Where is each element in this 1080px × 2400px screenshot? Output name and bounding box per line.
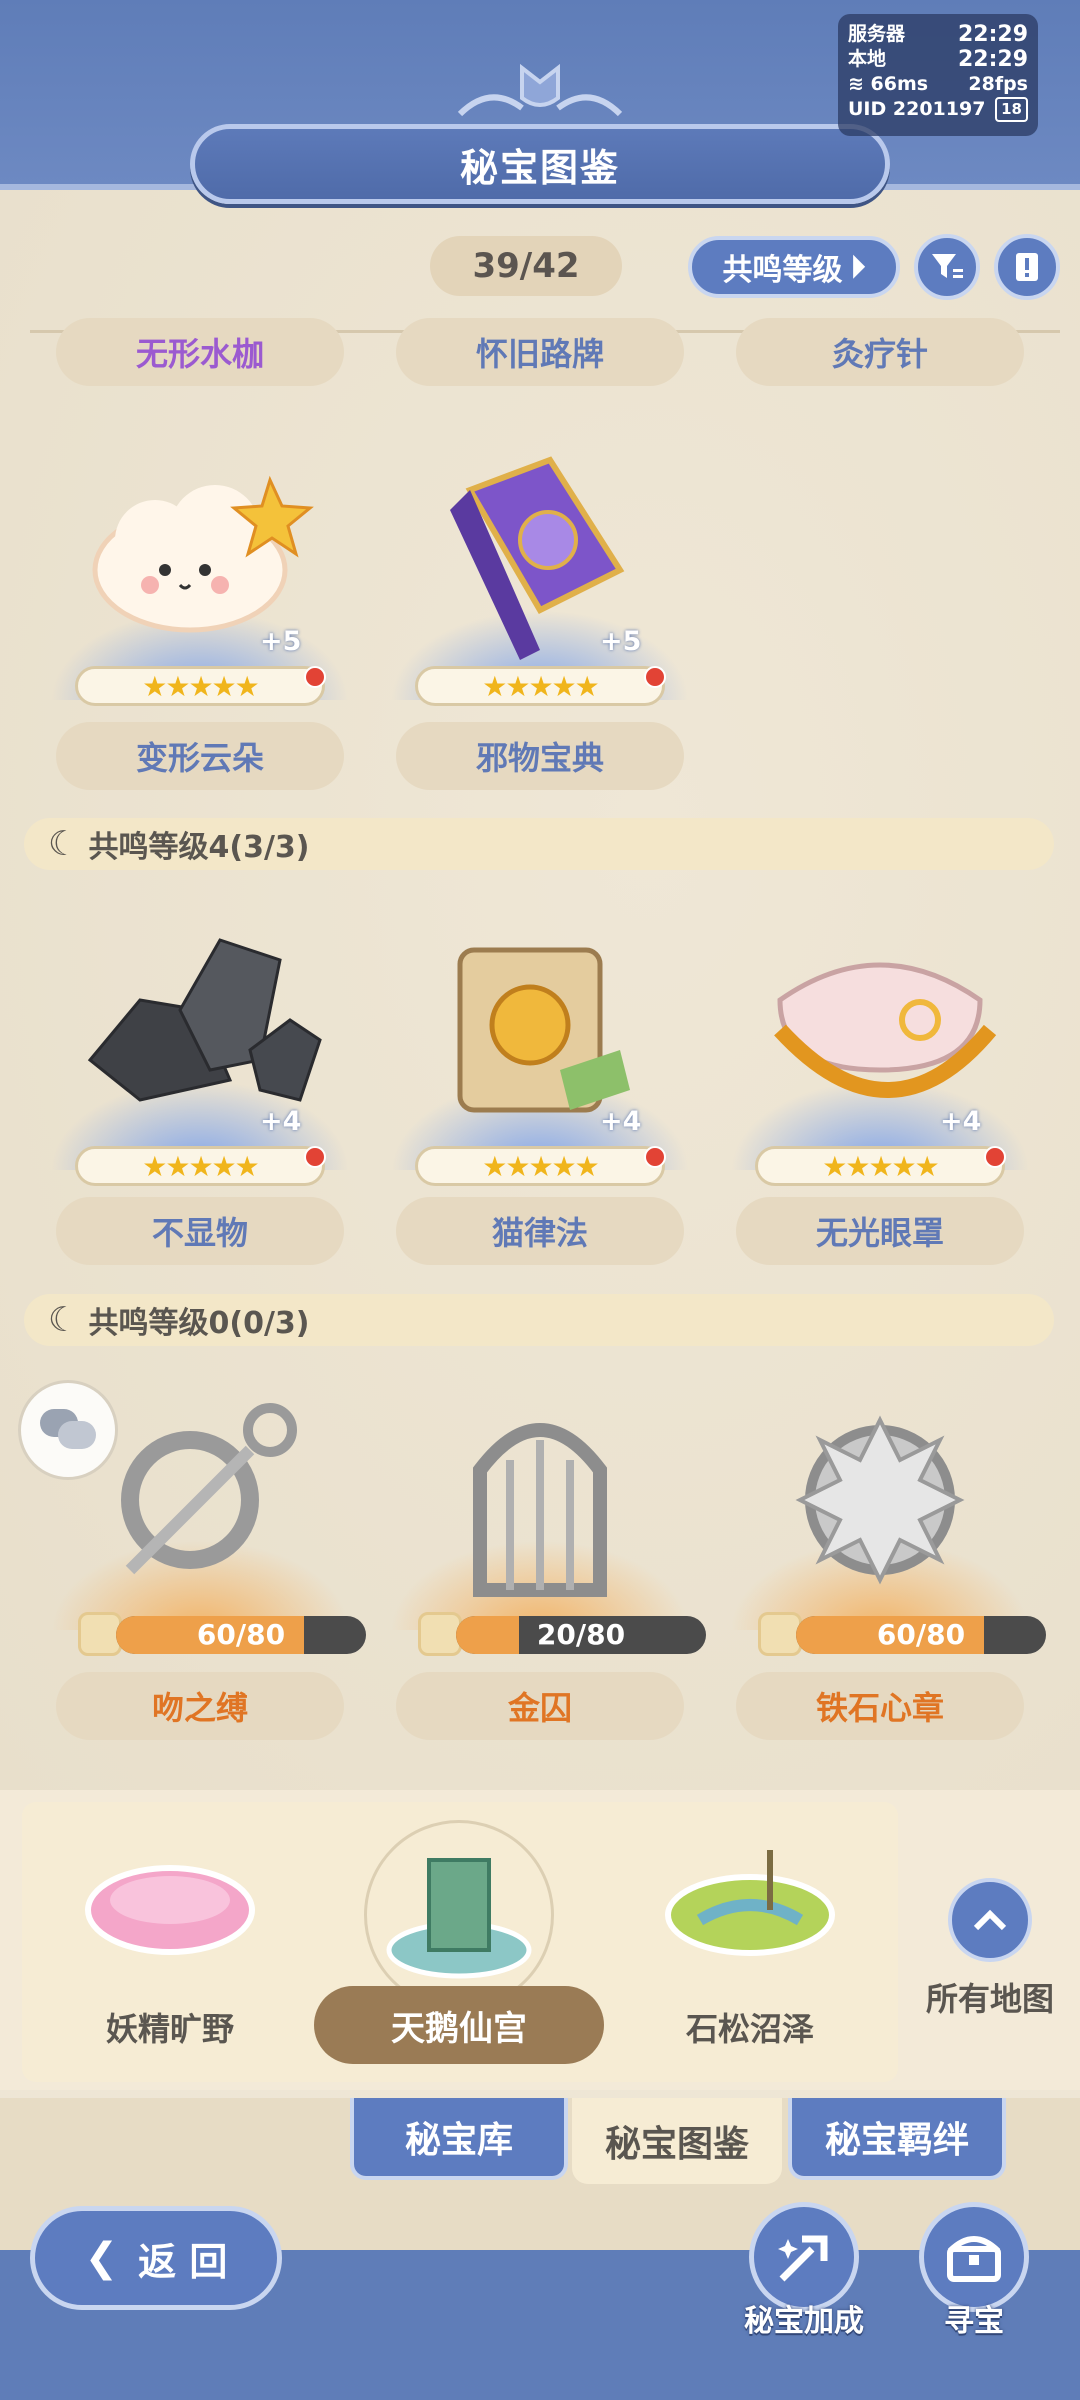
kiss-bind-item-icon [121, 1403, 297, 1575]
item-stars: ★★★★★ [755, 1146, 1005, 1186]
hunt-label: 寻宝 [944, 2304, 1004, 2339]
item-stars: ★★★★★ [415, 666, 665, 706]
section-title: 共鸣等级4(3/3) [88, 830, 310, 865]
item-stars: ★★★★★ [415, 1146, 665, 1186]
local-time: 22:29 [957, 47, 1028, 72]
item-card-locked[interactable]: 20/80 [390, 1390, 706, 1700]
item-label-wuguang-yanzhao[interactable]: 无光眼罩 [736, 1197, 1024, 1265]
golden-cage-item-icon [473, 1423, 607, 1597]
item-label-wuxing-shuijia[interactable]: 无形水枷 [56, 318, 344, 386]
item-stars: ★★★★★ [75, 1146, 325, 1186]
section-header-resonance-0: ☾ 共鸣等级0(0/3) [24, 1294, 1054, 1346]
sparkle-arrow-icon [778, 2235, 828, 2282]
new-dot-icon [304, 666, 326, 688]
item-label-xiewu-baodian[interactable]: 邪物宝典 [396, 722, 684, 790]
moon-icon: ☾ [48, 1300, 79, 1340]
tab-treasure-codex[interactable]: 秘宝图鉴 [572, 2098, 782, 2184]
map-selected-pill: 天鹅仙宫 [314, 1986, 604, 2064]
item-label-jinqiu[interactable]: 金囚 [396, 1672, 684, 1740]
iron-heart-badge-item-icon [795, 1415, 965, 1585]
new-dot-icon [304, 1146, 326, 1168]
treasure-hunt-button[interactable]: 寻宝 [904, 2202, 1044, 2362]
all-maps-label: 所有地图 [925, 1980, 1054, 2018]
cat-ornament-icon [457, 63, 623, 117]
map-item-lycopod-marsh[interactable]: 石松沼泽 [640, 1830, 860, 2070]
item-plus-level: +4 [600, 1106, 642, 1137]
new-dot-icon [644, 1146, 666, 1168]
ping-value: 66ms [870, 73, 929, 95]
server-time: 22:29 [957, 22, 1028, 47]
filter-icon [932, 254, 963, 278]
map-item-fairy-wilds[interactable]: 妖精旷野 [60, 1830, 280, 2070]
boost-label: 秘宝加成 [744, 2304, 864, 2339]
map-name: 妖精旷野 [105, 2010, 234, 2048]
item-stars: ★★★★★ [75, 666, 325, 706]
sort-label: 共鸣等级 [722, 253, 843, 288]
fps-value: 28fps [968, 73, 1028, 95]
caret-right-icon: ⏵ [850, 249, 866, 285]
item-label-buxianwu[interactable]: 不显物 [56, 1197, 344, 1265]
tab-label: 秘宝库 [404, 2120, 513, 2161]
filter-button[interactable] [914, 234, 980, 300]
progress-text: 20/80 [536, 1618, 626, 1651]
sort-resonance-button[interactable]: 共鸣等级 ⏵ [688, 236, 900, 298]
moon-icon: ☾ [48, 824, 79, 864]
back-button[interactable]: ❮ 返 回 [30, 2206, 282, 2310]
status-panel: 服务器 22:29 本地 22:29 ≋ 66ms 28fps UID 2201197… [838, 14, 1038, 136]
expand-up-icon [948, 1878, 1032, 1962]
eyemask-item-icon [774, 962, 997, 1098]
wifi-icon: ≋ [848, 73, 864, 95]
progress-bar: 20/80 [456, 1616, 706, 1654]
item-label-bianxing-yunduo[interactable]: 变形云朵 [56, 722, 344, 790]
swan-palace-map-icon [386, 1858, 532, 1979]
item-plus-level: +5 [600, 626, 642, 657]
map-item-swan-palace[interactable]: 天鹅仙宫 [314, 1820, 604, 2080]
item-card-locked[interactable]: 60/80 [730, 1390, 1046, 1700]
section-header-resonance-4: ☾ 共鸣等级4(3/3) [24, 818, 1054, 870]
fairy-wilds-map-icon [85, 1865, 255, 1955]
handbook-button[interactable] [994, 234, 1060, 300]
new-dot-icon [984, 1146, 1006, 1168]
progress-text: 60/80 [876, 1618, 966, 1651]
treasure-chest-icon [947, 2236, 1001, 2282]
progress-text: 60/80 [196, 1618, 286, 1651]
age-rating-badge: 18 [995, 97, 1028, 122]
back-label: 返 回 [138, 2239, 228, 2284]
stone-item-icon [87, 938, 322, 1102]
uid-value: UID 2201197 [848, 98, 986, 120]
page-title: 秘宝图鉴 [190, 124, 890, 204]
progress-bar: 60/80 [116, 1616, 366, 1654]
item-label-tieshi-xinzhang[interactable]: 铁石心章 [736, 1672, 1024, 1740]
item-plus-level: +5 [260, 626, 302, 657]
local-label: 本地 [848, 48, 887, 70]
lycopod-marsh-map-icon [665, 1850, 835, 1956]
item-label-jiuliao-zhen[interactable]: 灸疗针 [736, 318, 1024, 386]
tab-label: 秘宝羁绊 [824, 2120, 969, 2161]
tab-treasure-bond[interactable]: 秘宝羁绊 [788, 2098, 1006, 2180]
tab-treasure-vault[interactable]: 秘宝库 [350, 2098, 568, 2180]
item-plus-level: +4 [260, 1106, 302, 1137]
book-icon [1016, 253, 1038, 281]
new-dot-icon [644, 666, 666, 688]
progress-bar: 60/80 [796, 1616, 1046, 1654]
back-arrow-icon: ❮ [84, 2235, 119, 2281]
item-label-wenzhifu[interactable]: 吻之缚 [56, 1672, 344, 1740]
scroll-item-icon [457, 947, 630, 1113]
cloud-item-icon [92, 475, 314, 633]
tab-label: 秘宝图鉴 [604, 2124, 749, 2165]
collection-count: 39/42 [430, 236, 622, 296]
map-name: 天鹅仙宫 [391, 2008, 527, 2049]
item-plus-level: +4 [940, 1106, 982, 1137]
item-label-maolvfa[interactable]: 猫律法 [396, 1197, 684, 1265]
item-card-locked[interactable]: 60/80 [50, 1390, 366, 1700]
treasure-boost-button[interactable]: 秘宝加成 [734, 2202, 874, 2362]
item-label-huaijiu-lupai[interactable]: 怀旧路牌 [396, 318, 684, 386]
map-name: 石松沼泽 [685, 2010, 814, 2048]
server-label: 服务器 [848, 23, 906, 45]
section-title: 共鸣等级0(0/3) [88, 1306, 310, 1341]
all-maps-button[interactable]: 所有地图 [910, 1878, 1070, 2018]
